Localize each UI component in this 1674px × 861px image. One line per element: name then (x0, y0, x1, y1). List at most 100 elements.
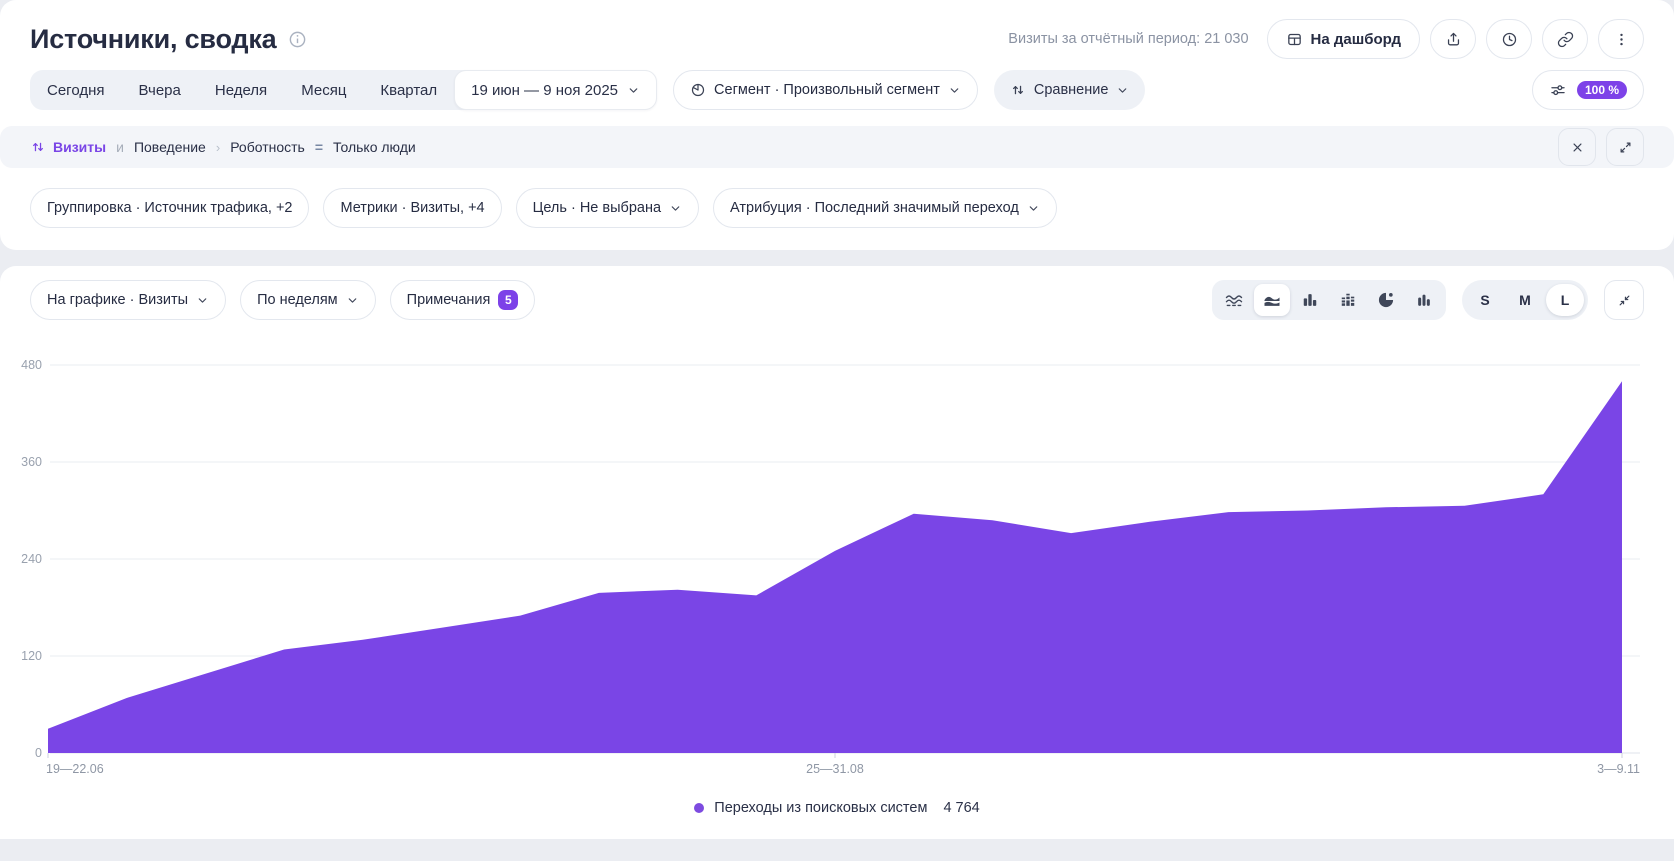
breadcrumb-dimension-child[interactable]: Роботность (230, 139, 305, 155)
chart-view-controls: S M L (1212, 280, 1644, 320)
history-button[interactable] (1486, 19, 1532, 59)
chevron-down-icon (627, 84, 640, 97)
expand-filter-button[interactable] (1606, 128, 1644, 166)
goal-chip-label: Цель · Не выбрана (533, 200, 661, 216)
chevron-down-icon (346, 294, 359, 307)
segment-pie-icon (690, 82, 706, 98)
on-chart-metric-label: На графике · Визиты (47, 292, 188, 308)
remove-filter-button[interactable] (1558, 128, 1596, 166)
goal-chip[interactable]: Цель · Не выбрана (516, 188, 699, 228)
legend-series-label: Переходы из поисковых систем (714, 800, 927, 816)
chevron-down-icon (1116, 84, 1129, 97)
metric-selector[interactable]: Визиты (30, 139, 106, 155)
svg-text:480: 480 (21, 358, 42, 372)
chart-card: На графике · Визиты По неделям Примечани… (0, 266, 1674, 839)
metric-arrows-icon (30, 139, 46, 155)
legend-dot (694, 803, 704, 813)
page-title: Источники, сводка (30, 24, 276, 55)
collapse-chart-button[interactable] (1604, 280, 1644, 320)
dashboard-icon (1286, 31, 1303, 48)
svg-text:0: 0 (35, 746, 42, 760)
size-s-button[interactable]: S (1466, 284, 1504, 316)
dashboard-button-label: На дашборд (1311, 31, 1401, 48)
collapse-icon (1617, 293, 1632, 308)
expand-icon (1618, 140, 1633, 155)
tab-today[interactable]: Сегодня (30, 70, 122, 110)
sampling-settings-button[interactable]: 100 % (1532, 70, 1644, 110)
share-icon (1445, 31, 1462, 48)
chart-size-switcher: S M L (1462, 280, 1588, 320)
column-chart-icon[interactable] (1406, 284, 1442, 316)
share-button[interactable] (1430, 19, 1476, 59)
svg-text:3—9.11: 3—9.11 (1597, 762, 1640, 776)
bar-chart-icon[interactable] (1292, 284, 1328, 316)
tab-month[interactable]: Месяц (284, 70, 363, 110)
info-icon[interactable] (288, 30, 307, 49)
grouping-chip[interactable]: Группировка · Источник трафика, +2 (30, 188, 309, 228)
svg-text:360: 360 (21, 455, 42, 469)
breadcrumb-separator: › (216, 140, 220, 155)
breadcrumb-conjunction: и (116, 139, 124, 155)
metrics-chip[interactable]: Метрики · Визиты, +4 (323, 188, 501, 228)
area-chart-icon[interactable] (1254, 284, 1290, 316)
stacked-bar-icon[interactable] (1330, 284, 1366, 316)
date-range-label: 19 июн — 9 ноя 2025 (471, 82, 618, 99)
period-filter-row: Сегодня Вчера Неделя Месяц Квартал 19 ию… (0, 70, 1674, 110)
visits-summary: Визиты за отчётный период: 21 030 (1008, 31, 1248, 47)
metrics-chip-label: Метрики · Визиты, +4 (340, 200, 484, 216)
svg-text:19—22.06: 19—22.06 (46, 762, 104, 776)
svg-text:25—31.08: 25—31.08 (806, 762, 864, 776)
granularity-selector[interactable]: По неделям (240, 280, 376, 320)
breadcrumb-operator: = (315, 139, 323, 155)
sampling-badge: 100 % (1577, 81, 1627, 99)
sliders-icon (1549, 81, 1567, 99)
chevron-down-icon (669, 202, 682, 215)
chevron-down-icon (196, 294, 209, 307)
attribution-chip[interactable]: Атрибуция · Последний значимый переход (713, 188, 1057, 228)
date-range-picker[interactable]: 19 июн — 9 ноя 2025 (454, 70, 657, 110)
summary-panel: Источники, сводка Визиты за отчётный пер… (0, 0, 1674, 250)
compare-label: Сравнение (1034, 82, 1109, 98)
tab-quarter[interactable]: Квартал (363, 70, 454, 110)
compare-selector[interactable]: Сравнение (994, 70, 1146, 110)
filter-bar-actions (1558, 128, 1644, 166)
notes-count-badge: 5 (498, 290, 518, 310)
notes-label: Примечания (407, 292, 491, 308)
add-to-dashboard-button[interactable]: На дашборд (1267, 19, 1420, 59)
copy-link-button[interactable] (1542, 19, 1588, 59)
grouping-chip-label: Группировка · Источник трафика, +2 (47, 200, 292, 216)
legend-series-total: 4 764 (943, 800, 979, 816)
notes-button[interactable]: Примечания 5 (390, 280, 536, 320)
pie-chart-icon[interactable] (1368, 284, 1404, 316)
breadcrumb-dimension-parent[interactable]: Поведение (134, 139, 206, 155)
metric-filter-bar: Визиты и Поведение › Роботность = Только… (0, 126, 1674, 168)
on-chart-metric-selector[interactable]: На графике · Визиты (30, 280, 226, 320)
kebab-menu-icon (1613, 31, 1630, 48)
segment-label: Сегмент · Произвольный сегмент (714, 82, 940, 98)
chart-legend[interactable]: Переходы из поисковых систем 4 764 (0, 800, 1674, 816)
header-actions: Визиты за отчётный период: 21 030 На даш… (1008, 19, 1644, 59)
link-icon (1557, 31, 1574, 48)
compare-arrows-icon (1010, 82, 1026, 98)
svg-text:240: 240 (21, 552, 42, 566)
history-clock-icon (1501, 31, 1518, 48)
size-m-button[interactable]: M (1506, 284, 1544, 316)
attribution-chip-label: Атрибуция · Последний значимый переход (730, 200, 1019, 216)
svg-text:120: 120 (21, 649, 42, 663)
period-presets: Сегодня Вчера Неделя Месяц Квартал 19 ию… (30, 70, 657, 110)
granularity-label: По неделям (257, 292, 338, 308)
chevron-down-icon (1027, 202, 1040, 215)
traffic-area-chart[interactable]: 0 120 240 360 480 19—22.06 25—31.08 3—9.11 (0, 324, 1674, 780)
chart-controls: На графике · Визиты По неделям Примечани… (0, 280, 1674, 320)
metric-label: Визиты (53, 139, 106, 155)
chart-type-switcher (1212, 280, 1446, 320)
size-l-button[interactable]: L (1546, 284, 1584, 316)
more-menu-button[interactable] (1598, 19, 1644, 59)
chevron-down-icon (948, 84, 961, 97)
segment-selector[interactable]: Сегмент · Произвольный сегмент (673, 70, 978, 110)
tab-week[interactable]: Неделя (198, 70, 284, 110)
tab-yesterday[interactable]: Вчера (122, 70, 198, 110)
breadcrumb-filter-value[interactable]: Только люди (333, 139, 416, 155)
line-chart-icon[interactable] (1216, 284, 1252, 316)
page-header: Источники, сводка Визиты за отчётный пер… (0, 0, 1674, 58)
